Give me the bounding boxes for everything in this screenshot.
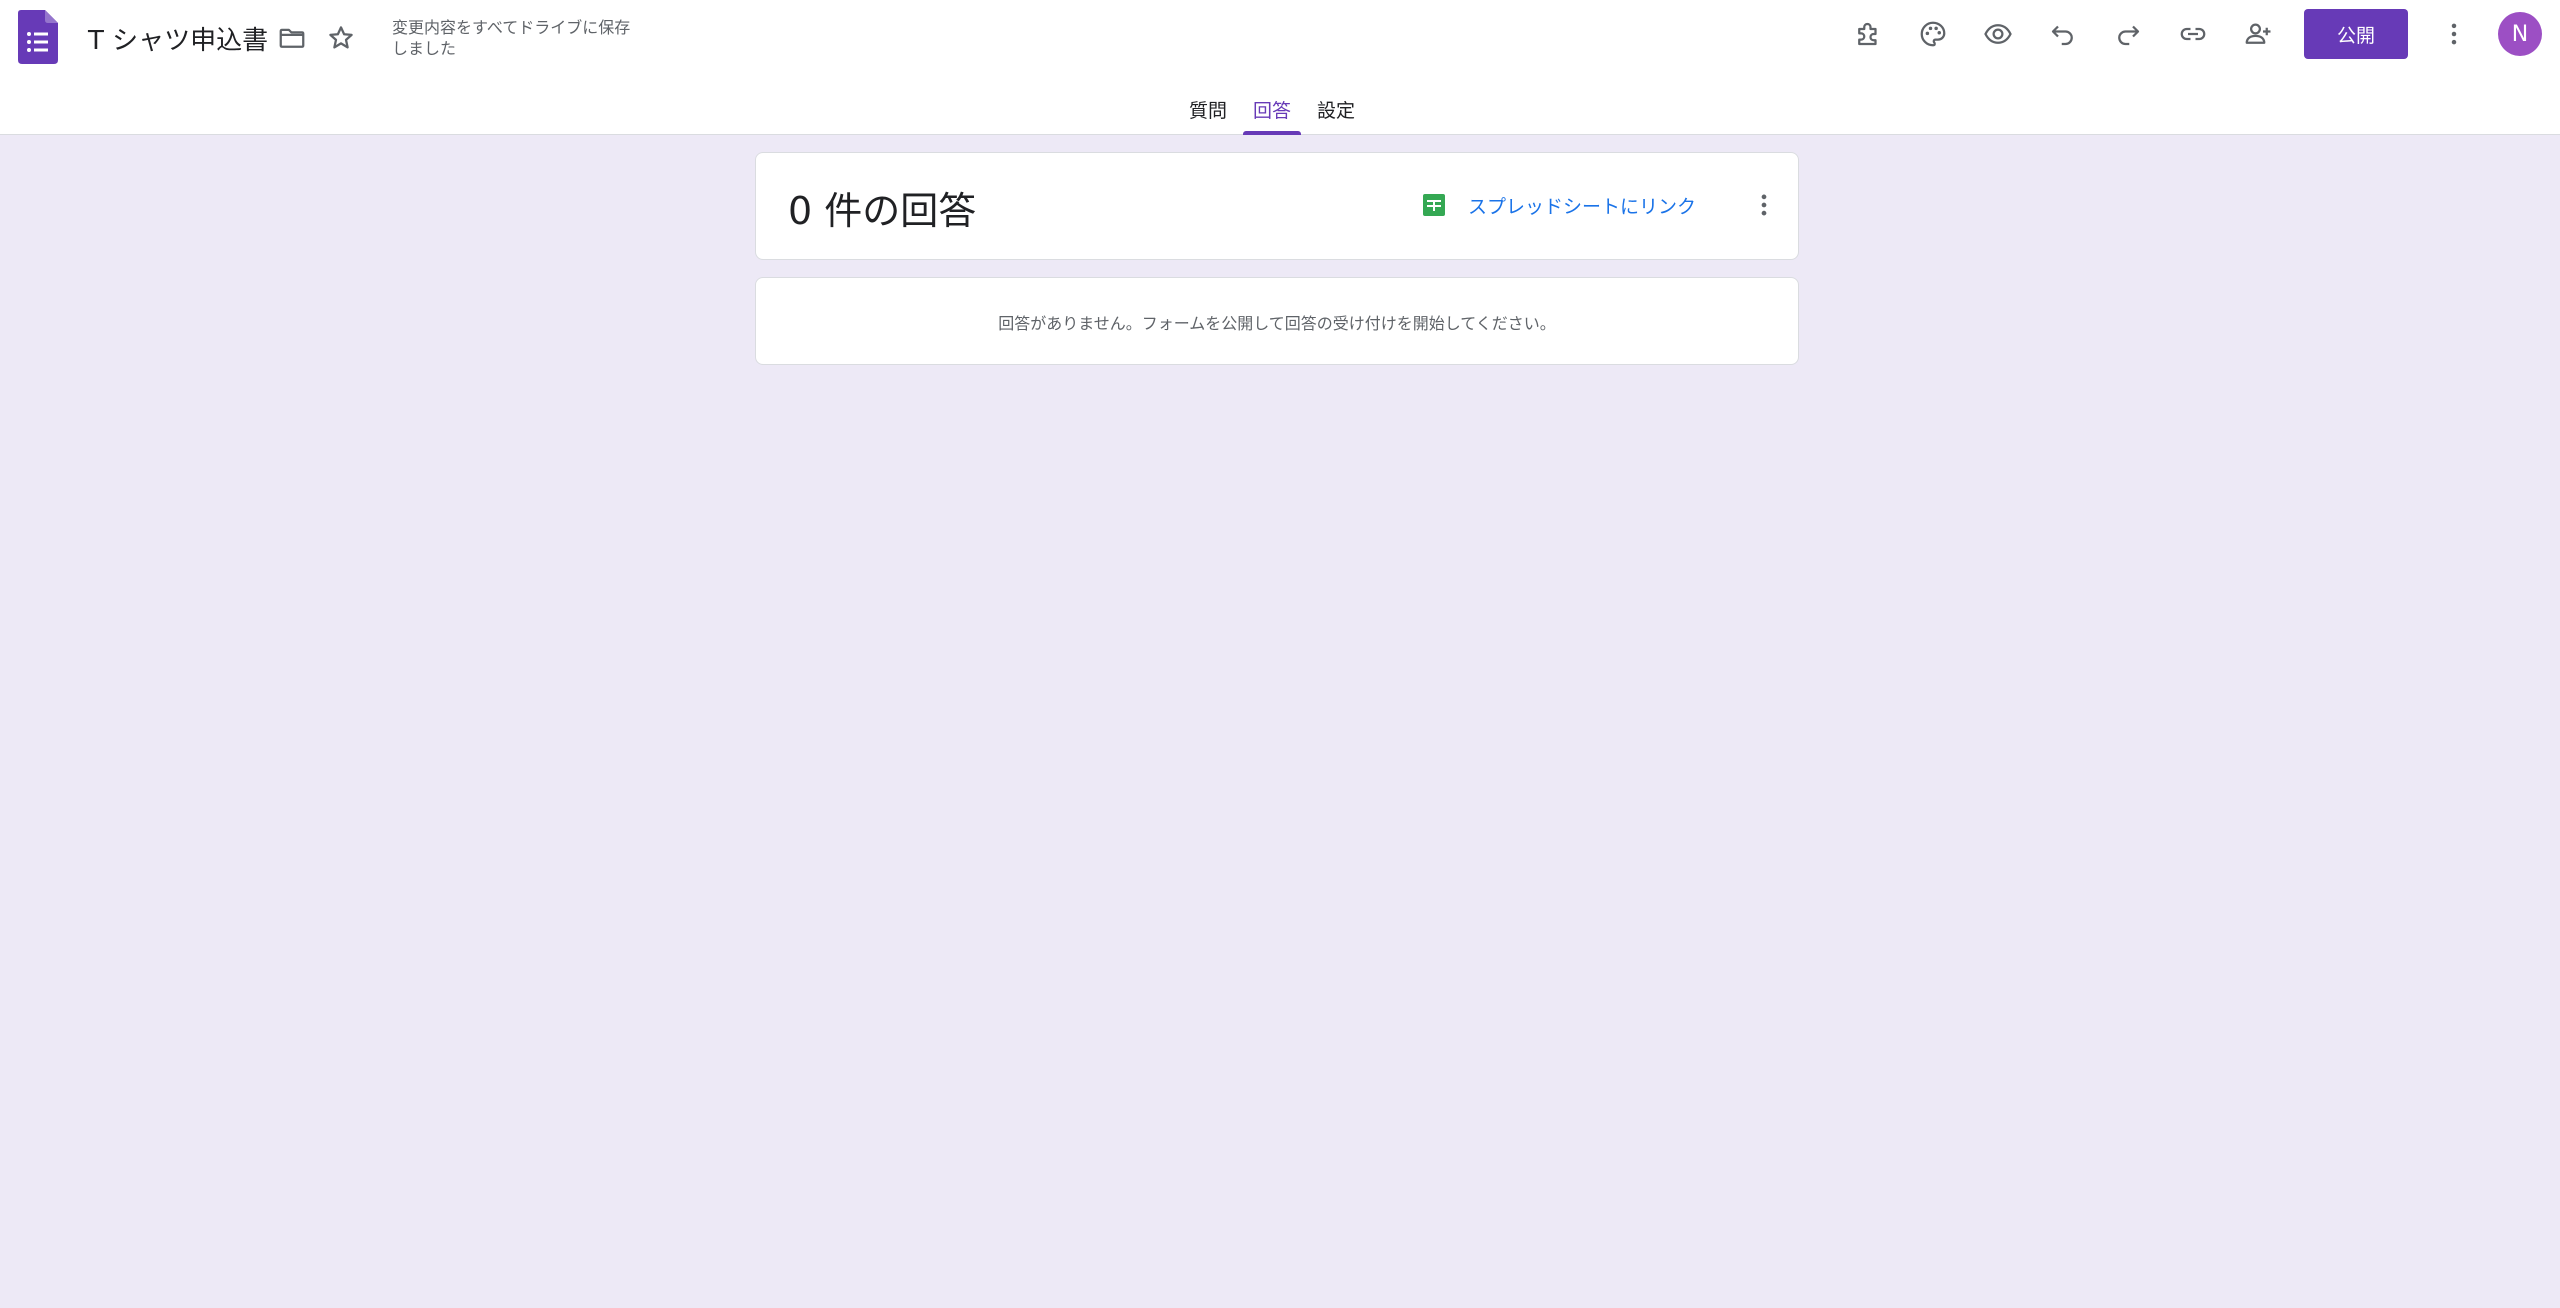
undo-icon[interactable] <box>2039 10 2087 58</box>
link-icon[interactable] <box>2169 10 2217 58</box>
sheets-icon <box>1422 193 1446 217</box>
link-to-sheets-label: スプレッドシートにリンク <box>1468 195 1697 218</box>
star-icon[interactable] <box>317 14 365 62</box>
link-to-sheets-button[interactable]: スプレッドシートにリンク <box>1422 188 1696 222</box>
app-header: T シャツ申込書 変更内容をすべてドライブに保存しました 公開 N 質問 回答 … <box>0 0 2560 135</box>
palette-icon[interactable] <box>1909 10 1957 58</box>
addon-icon[interactable] <box>1844 10 1892 58</box>
empty-responses-message: 回答がありません。フォームを公開して回答の受け付けを開始してください。 <box>998 314 1556 333</box>
tab-settings[interactable]: 設定 <box>1307 88 1365 135</box>
save-status: 変更内容をすべてドライブに保存しました <box>392 18 631 58</box>
responses-more-icon[interactable] <box>1742 183 1786 227</box>
empty-responses-card: 回答がありません。フォームを公開して回答の受け付けを開始してください。 <box>755 277 1799 365</box>
add-collaborator-icon[interactable] <box>2234 10 2282 58</box>
folder-icon[interactable] <box>268 14 316 62</box>
publish-button[interactable]: 公開 <box>2304 9 2408 59</box>
form-tabs: 質問 回答 設定 <box>1176 88 1368 135</box>
forms-logo-icon[interactable] <box>18 10 58 64</box>
avatar[interactable]: N <box>2498 12 2542 56</box>
responses-summary-card: 0 件の回答 スプレッドシートにリンク <box>755 152 1799 260</box>
tab-questions[interactable]: 質問 <box>1179 88 1237 135</box>
form-title[interactable]: T シャツ申込書 <box>88 20 268 57</box>
preview-icon[interactable] <box>1974 10 2022 58</box>
more-vert-icon[interactable] <box>2430 10 2478 58</box>
tab-responses[interactable]: 回答 <box>1243 88 1302 135</box>
redo-icon[interactable] <box>2104 10 2152 58</box>
response-count: 0 件の回答 <box>788 189 977 233</box>
